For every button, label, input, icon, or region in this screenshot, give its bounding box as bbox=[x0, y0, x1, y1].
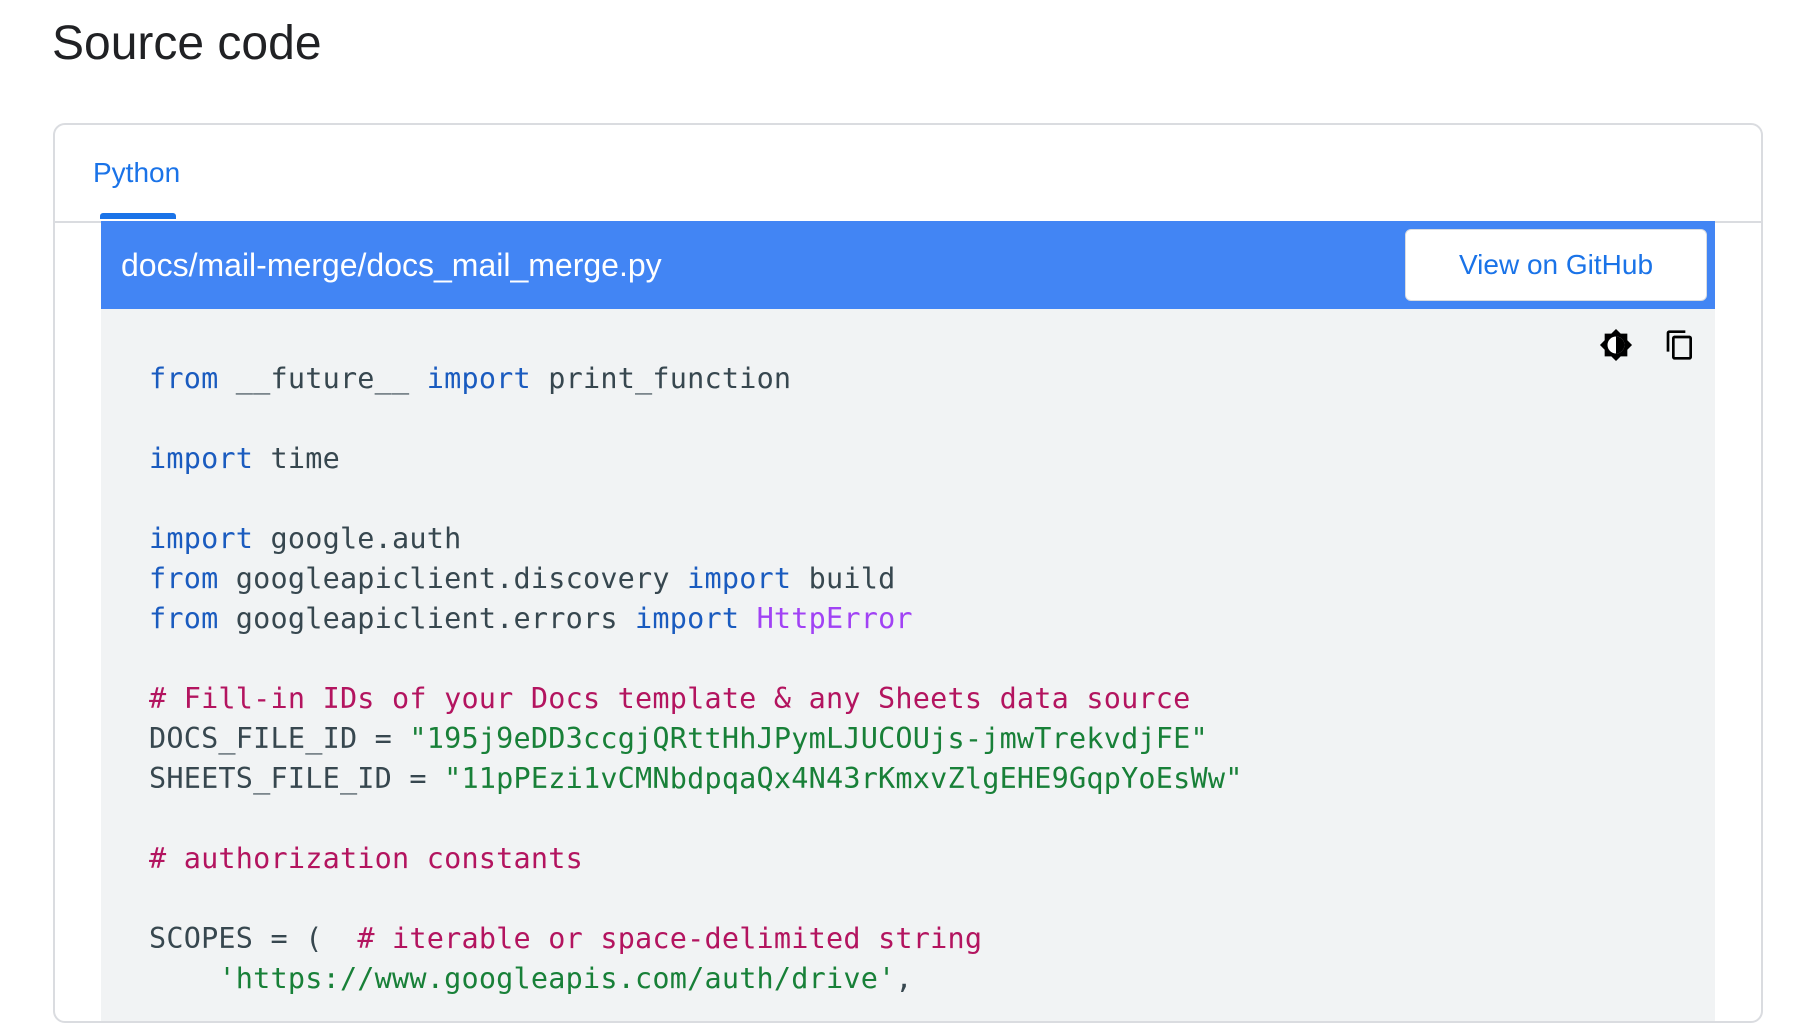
code-token: time bbox=[253, 442, 340, 475]
code-line: DOCS_FILE_ID = "195j9eDD3ccgjQRttHhJPymL… bbox=[149, 719, 1243, 759]
code-token: print_function bbox=[530, 362, 792, 395]
language-tab-bar: Python bbox=[55, 125, 1761, 223]
keyword-token: import bbox=[426, 362, 531, 395]
code-line: from googleapiclient.errors import HttpE… bbox=[149, 599, 1243, 639]
comment-token: # Fill-in IDs of your Docs template & an… bbox=[149, 682, 1191, 715]
keyword-token: import bbox=[149, 522, 254, 555]
code-token: google.auth bbox=[253, 522, 462, 555]
copy-icon[interactable] bbox=[1661, 326, 1699, 364]
string-token: 'https://www.googleapis.com/auth/drive' bbox=[218, 962, 896, 995]
string-token: "195j9eDD3ccgjQRttHhJPymLJUCOUjs-jmwTrek… bbox=[409, 722, 1208, 755]
code-line: 'https://www.googleapis.com/auth/drive', bbox=[149, 959, 1243, 999]
code-token: build bbox=[791, 562, 896, 595]
file-header: docs/mail-merge/docs_mail_merge.py View … bbox=[101, 221, 1715, 309]
code-token: googleapiclient.errors bbox=[218, 602, 636, 635]
active-tab-indicator bbox=[100, 213, 176, 219]
code-token: googleapiclient.discovery bbox=[218, 562, 688, 595]
code-sample-card: Python docs/mail-merge/docs_mail_merge.p… bbox=[53, 123, 1763, 1023]
code-line: import google.auth bbox=[149, 519, 1243, 559]
code-line: import time bbox=[149, 439, 1243, 479]
string-token: "11pPEzi1vCMNbdpqaQx4N43rKmxvZlgEHE9GqpY… bbox=[444, 762, 1243, 795]
keyword-token: from bbox=[149, 602, 219, 635]
class-name-token: HttpError bbox=[756, 602, 913, 635]
code-token: SCOPES = ( bbox=[149, 922, 358, 955]
file-path: docs/mail-merge/docs_mail_merge.py bbox=[121, 247, 662, 283]
code-line: # authorization constants bbox=[149, 839, 1243, 879]
code-line: SCOPES = ( # iterable or space-delimited… bbox=[149, 919, 1243, 959]
comment-token: # iterable or space-delimited string bbox=[357, 922, 983, 955]
code-line: from __future__ import print_function bbox=[149, 359, 1243, 399]
keyword-token: import bbox=[635, 602, 740, 635]
keyword-token: import bbox=[687, 562, 792, 595]
code-line: # Fill-in IDs of your Docs template & an… bbox=[149, 679, 1243, 719]
tab-python[interactable]: Python bbox=[93, 153, 180, 193]
brightness-contrast-icon[interactable] bbox=[1597, 326, 1635, 364]
code-block[interactable]: from __future__ import print_function im… bbox=[101, 309, 1715, 1021]
code-toolbar bbox=[1597, 321, 1699, 369]
keyword-token: from bbox=[149, 562, 219, 595]
keyword-token: from bbox=[149, 362, 219, 395]
code-token: SHEETS_FILE_ID = bbox=[149, 762, 445, 795]
code-line: SHEETS_FILE_ID = "11pPEzi1vCMNbdpqaQx4N4… bbox=[149, 759, 1243, 799]
keyword-token: import bbox=[149, 442, 254, 475]
comment-token: # authorization constants bbox=[149, 842, 583, 875]
page-title: Source code bbox=[52, 17, 322, 70]
code-token: __future__ bbox=[218, 362, 427, 395]
code-token: , bbox=[895, 962, 913, 995]
code-text: from __future__ import print_function im… bbox=[149, 359, 1243, 999]
code-token: DOCS_FILE_ID = bbox=[149, 722, 410, 755]
code-line: from googleapiclient.discovery import bu… bbox=[149, 559, 1243, 599]
view-on-github-button[interactable]: View on GitHub bbox=[1405, 229, 1707, 301]
